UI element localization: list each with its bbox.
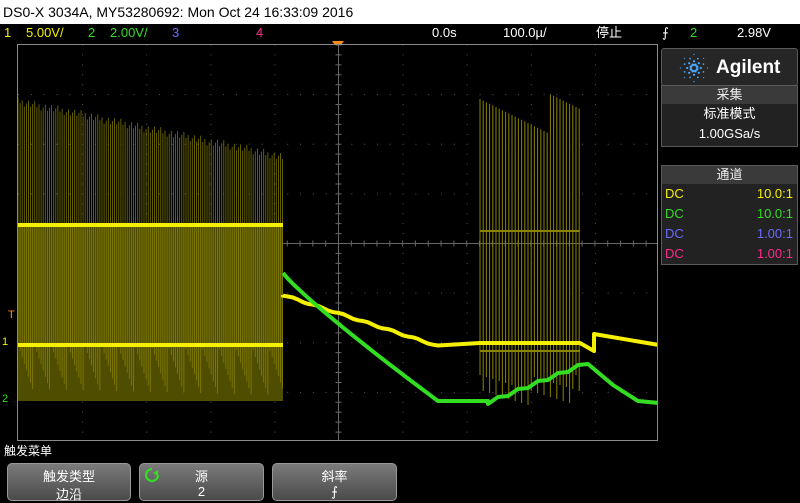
softkey-value: 边沿 bbox=[55, 487, 82, 502]
logo-dot bbox=[688, 62, 691, 65]
timebase-scale[interactable]: 100.0µ/ bbox=[503, 24, 547, 42]
ch1-burst2-lines bbox=[479, 94, 580, 405]
logo-dot bbox=[686, 66, 689, 70]
side-panel: Agilent 采集 标准模式 1.00GSa/s 通道 DC 10.0:1 D… bbox=[661, 48, 798, 438]
status-bar: 1 5.00V/ 2 2.00V/ 3 4 0.0s 100.0µ/ 停止 ⨍ … bbox=[0, 24, 800, 42]
softkey-value: ⨍ bbox=[331, 484, 338, 499]
logo-dot bbox=[699, 66, 702, 70]
trigger-level-marker[interactable]: T bbox=[8, 310, 15, 321]
ch1-coupling: DC bbox=[665, 186, 684, 201]
trigger-level[interactable]: 2.98V bbox=[737, 24, 771, 42]
logo-dot bbox=[703, 77, 705, 79]
ch1-burst2-levels bbox=[480, 230, 580, 352]
acquisition-section[interactable]: 采集 标准模式 1.00GSa/s bbox=[661, 85, 798, 147]
logo-dot bbox=[692, 60, 696, 63]
ch4-coupling: DC bbox=[665, 246, 684, 261]
logo-dot bbox=[692, 73, 696, 76]
logo-dot bbox=[702, 71, 705, 73]
ch4-number[interactable]: 4 bbox=[256, 24, 263, 42]
channel-row-4[interactable]: DC 1.00:1 bbox=[662, 244, 797, 264]
window-title: DS0-X 3034A, MY53280692: Mon Oct 24 16:3… bbox=[0, 0, 800, 24]
ch3-number[interactable]: 3 bbox=[172, 24, 179, 42]
ch2-coupling: DC bbox=[665, 206, 684, 221]
logo-dot bbox=[689, 76, 691, 79]
ch2-scale[interactable]: 2.00V/ bbox=[110, 24, 148, 42]
run-state[interactable]: 停止 bbox=[596, 24, 622, 42]
logo-dot bbox=[683, 57, 685, 59]
horizontal-delay[interactable]: 0.0s bbox=[432, 24, 457, 42]
logo-dot bbox=[683, 71, 686, 73]
sample-rate: 1.00GSa/s bbox=[698, 126, 761, 141]
ch2-probe: 10.0:1 bbox=[756, 206, 793, 221]
ch3-coupling: DC bbox=[665, 226, 684, 241]
logo-dot bbox=[689, 57, 691, 60]
ch3-probe: 1.00:1 bbox=[756, 226, 793, 241]
logo-dot bbox=[693, 53, 695, 55]
logo-dot bbox=[697, 76, 699, 79]
logo-dot bbox=[693, 69, 697, 73]
logo-dot bbox=[697, 71, 700, 74]
logo-dot bbox=[689, 67, 693, 71]
logo-dot bbox=[683, 63, 686, 65]
ch1-ground-marker[interactable]: 1 bbox=[2, 337, 8, 348]
ch2-ground-marker[interactable]: 2 bbox=[2, 394, 8, 405]
logo-dot bbox=[695, 65, 699, 69]
trigger-source[interactable]: 2 bbox=[690, 24, 697, 42]
agilent-spark-icon bbox=[679, 53, 709, 83]
softkey-label: 触发类型 bbox=[42, 469, 95, 484]
logo-dot bbox=[688, 71, 691, 74]
agilent-logo: Agilent bbox=[661, 48, 798, 86]
softkey-label: 斜率 bbox=[321, 469, 348, 484]
ch1-burst-lines bbox=[18, 97, 283, 395]
trigger-slope-icon: ⨍ bbox=[662, 25, 669, 40]
softkey-label: 源 bbox=[194, 469, 208, 484]
softkey-slope[interactable]: 斜率 ⨍ bbox=[272, 463, 397, 501]
softkey-value: 2 bbox=[197, 484, 206, 499]
channel-row-1[interactable]: DC 10.0:1 bbox=[662, 184, 797, 204]
channel-ground-markers: T 1 2 bbox=[0, 44, 17, 441]
ch1-scale[interactable]: 5.00V/ bbox=[26, 24, 64, 42]
channel-row-3[interactable]: DC 1.00:1 bbox=[662, 224, 797, 244]
channel-row-2[interactable]: DC 10.0:1 bbox=[662, 204, 797, 224]
brand-name: Agilent bbox=[716, 57, 781, 78]
waveform-display[interactable] bbox=[17, 44, 658, 441]
waveform-canvas bbox=[18, 45, 657, 440]
acquisition-mode: 标准模式 bbox=[703, 106, 756, 121]
logo-dot bbox=[697, 62, 700, 65]
logo-dot bbox=[679, 67, 681, 69]
logo-dot bbox=[693, 81, 695, 83]
softkey-source[interactable]: 源 2 bbox=[139, 463, 264, 501]
logo-dot bbox=[683, 77, 685, 79]
channels-header: 通道 bbox=[662, 166, 797, 184]
ch4-probe: 1.00:1 bbox=[756, 246, 793, 261]
menu-title: 触发菜单 bbox=[4, 444, 53, 458]
logo-dot bbox=[702, 63, 705, 65]
ch1-probe: 10.0:1 bbox=[756, 186, 793, 201]
ch1-number[interactable]: 1 bbox=[4, 24, 11, 42]
acquisition-header: 采集 bbox=[662, 86, 797, 104]
softkey-trigger-type[interactable]: 触发类型 边沿 bbox=[7, 463, 131, 502]
logo-dot bbox=[691, 63, 695, 67]
logo-dot bbox=[707, 67, 709, 69]
logo-dot bbox=[697, 57, 699, 60]
logo-dot bbox=[703, 57, 705, 59]
ch2-number[interactable]: 2 bbox=[88, 24, 95, 42]
channels-section[interactable]: 通道 DC 10.0:1 DC 10.0:1 DC 1.00:1 DC 1.00… bbox=[661, 165, 798, 265]
